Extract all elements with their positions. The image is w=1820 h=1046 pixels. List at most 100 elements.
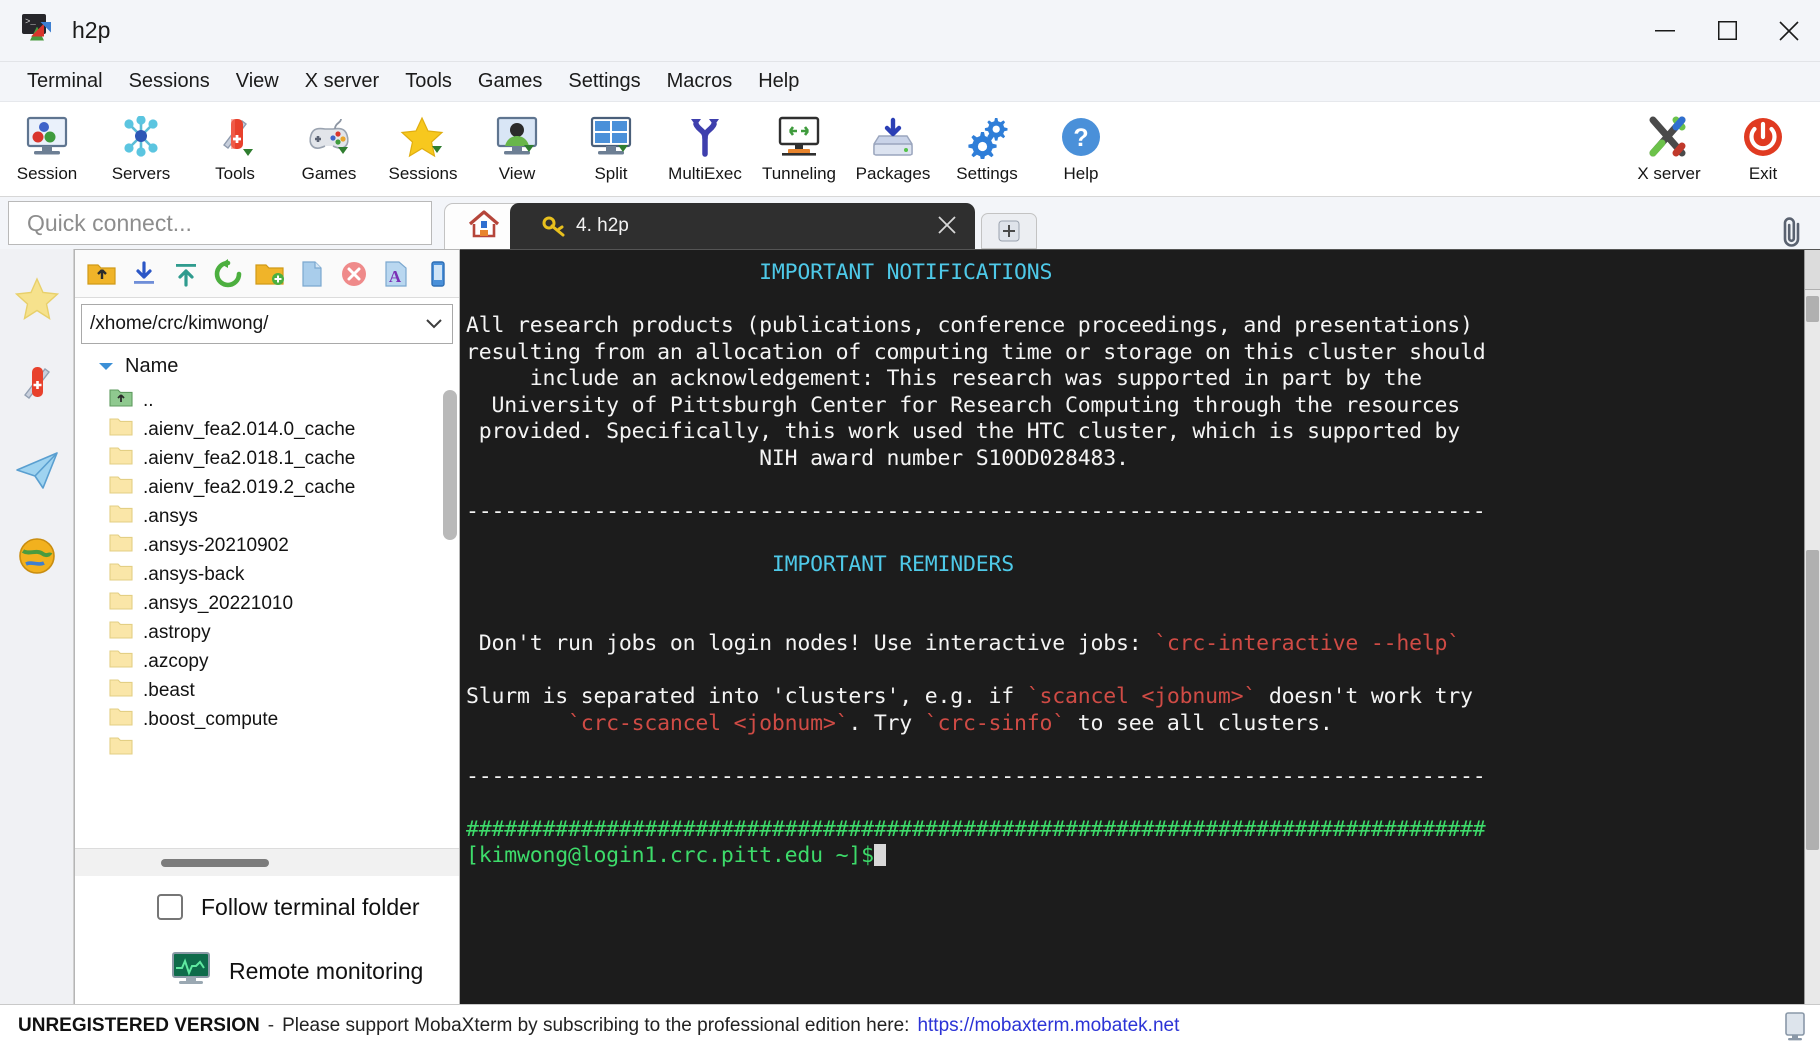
list-item[interactable]: .ansys_20221010 xyxy=(89,589,459,618)
toolbar-tools-button[interactable]: Tools xyxy=(188,108,282,194)
folder-icon xyxy=(109,706,133,733)
list-item[interactable]: .ansys-20210902 xyxy=(89,531,459,560)
toolbar-session-button[interactable]: Session xyxy=(0,108,94,194)
toolbar-servers-button[interactable]: Servers xyxy=(94,108,188,194)
maximize-button[interactable] xyxy=(1696,0,1758,62)
toolbar-sessions-button[interactable]: Sessions xyxy=(376,108,470,194)
menu-help[interactable]: Help xyxy=(745,67,812,96)
toolbar-settings-button[interactable]: Settings xyxy=(940,108,1034,194)
close-button[interactable] xyxy=(1758,0,1820,62)
list-item[interactable]: .beast xyxy=(89,676,459,705)
text-mode-button[interactable]: A xyxy=(377,254,415,294)
list-item[interactable]: .aienv_fea2.014.0_cache xyxy=(89,415,459,444)
terminal-text-white: provided. Specifically, this work used t… xyxy=(466,419,1461,444)
toolbar-tunneling-button[interactable]: Tunneling xyxy=(752,108,846,194)
list-item[interactable]: .ansys-back xyxy=(89,560,459,589)
terminal-scroll-thumb[interactable] xyxy=(1806,550,1819,850)
terminal-scrollbar[interactable] xyxy=(1804,250,1820,1004)
sessions-star-icon xyxy=(399,112,447,162)
remote-monitoring-row[interactable]: Remote monitoring xyxy=(75,938,459,1004)
parent-folder-icon xyxy=(109,387,133,414)
svg-text:?: ? xyxy=(1073,124,1088,152)
minimize-button[interactable] xyxy=(1634,0,1696,62)
list-item-label: .boost_compute xyxy=(143,708,279,730)
packages-icon xyxy=(870,112,916,162)
toolbar-tools-label: Tools xyxy=(215,164,255,183)
exit-power-icon xyxy=(1741,112,1785,162)
attach-clip-button[interactable] xyxy=(1764,215,1820,249)
menu-view[interactable]: View xyxy=(223,67,292,96)
font-a-icon: A xyxy=(385,260,407,287)
menu-sessions[interactable]: Sessions xyxy=(116,67,223,96)
settings-gear-icon xyxy=(964,112,1010,162)
sidebar-item-sessions[interactable] xyxy=(0,257,74,343)
sidebar-item-tools[interactable] xyxy=(0,343,74,429)
terminal-text-cyan: IMPORTANT REMINDERS xyxy=(771,551,1014,577)
toolbar-packages-button[interactable]: Packages xyxy=(846,108,940,194)
toolbar-view-button[interactable]: View xyxy=(470,108,564,194)
terminal-text-white: University of Pittsburgh Center for Rese… xyxy=(466,392,1461,418)
sftp-path-value: /xhome/crc/kimwong/ xyxy=(90,313,269,334)
chevron-down-icon[interactable] xyxy=(426,316,442,332)
toolbar-games-button[interactable]: Games xyxy=(282,108,376,194)
star-icon xyxy=(13,275,61,326)
folder-icon xyxy=(109,648,133,675)
list-item[interactable]: .azcopy xyxy=(89,647,459,676)
mobaxterm-website-link[interactable]: https://mobaxterm.mobatek.net xyxy=(917,1015,1179,1037)
new-file-button[interactable] xyxy=(293,254,331,294)
sftp-vertical-scrollbar[interactable] xyxy=(443,390,457,540)
follow-terminal-folder-row[interactable]: Follow terminal folder xyxy=(75,876,459,938)
list-item[interactable]: .boost_compute xyxy=(89,705,459,734)
menu-macros[interactable]: Macros xyxy=(654,67,746,96)
terminal-tab-4-h2p[interactable]: 4. h2p xyxy=(510,203,975,249)
toolbar-exit-button[interactable]: Exit xyxy=(1716,108,1810,194)
terminal-output[interactable]: IMPORTANT NOTIFICATIONS All research pro… xyxy=(460,250,1804,1004)
refresh-button[interactable] xyxy=(209,254,247,294)
status-bar: UNREGISTERED VERSION - Please support Mo… xyxy=(0,1004,1820,1046)
delete-button[interactable] xyxy=(335,254,373,294)
sftp-column-header-name[interactable]: Name xyxy=(75,346,459,386)
new-folder-button[interactable] xyxy=(251,254,289,294)
go-up-folder-button[interactable] xyxy=(83,254,121,294)
terminal-line: University of Pittsburgh Center for Rese… xyxy=(466,393,1790,420)
panel-toggle-button[interactable] xyxy=(419,254,457,294)
toolbar-help-button[interactable]: ? Help xyxy=(1034,108,1128,194)
tab-close-icon[interactable] xyxy=(937,215,957,241)
toolbar-split-button[interactable]: Split xyxy=(564,108,658,194)
list-item[interactable]: .astropy xyxy=(89,618,459,647)
terminal-scroll-up-button[interactable] xyxy=(1805,250,1820,290)
upload-button[interactable] xyxy=(167,254,205,294)
new-tab-button[interactable] xyxy=(981,213,1037,249)
toolbar-x-server-button[interactable]: X server xyxy=(1622,108,1716,194)
monitor-icon[interactable] xyxy=(1782,1011,1808,1041)
main-body: A /xhome/crc/kimwong/ Name .. .aienv_fea… xyxy=(0,249,1820,1004)
menu-x-server[interactable]: X server xyxy=(292,67,392,96)
terminal-text-red: `crc-interactive --help` xyxy=(1154,631,1461,656)
sftp-file-list[interactable]: .. .aienv_fea2.014.0_cache .aienv_fea2.0… xyxy=(75,386,459,848)
sidebar-item-sftp[interactable] xyxy=(0,515,74,601)
sftp-path-input[interactable]: /xhome/crc/kimwong/ xyxy=(81,304,453,344)
terminal-text-white: include an acknowledgement: This researc… xyxy=(466,366,1422,391)
sftp-horizontal-scroll-area[interactable] xyxy=(75,848,459,876)
menu-terminal[interactable]: Terminal xyxy=(14,67,116,96)
list-item[interactable]: .aienv_fea2.019.2_cache xyxy=(89,473,459,502)
sftp-horizontal-scrollbar[interactable] xyxy=(161,858,269,867)
list-item[interactable]: .aienv_fea2.018.1_cache xyxy=(89,444,459,473)
menu-settings[interactable]: Settings xyxy=(555,67,653,96)
toolbar-multiexec-button[interactable]: MultiExec xyxy=(658,108,752,194)
folder-icon xyxy=(109,445,133,472)
menu-games[interactable]: Games xyxy=(465,67,555,96)
remote-monitoring-label: Remote monitoring xyxy=(229,957,424,984)
list-item[interactable]: .ansys xyxy=(89,502,459,531)
list-item[interactable] xyxy=(89,734,459,763)
window-title: h2p xyxy=(72,17,111,43)
quick-connect-input[interactable]: Quick connect... xyxy=(8,201,432,245)
menu-tools[interactable]: Tools xyxy=(392,67,465,96)
terminal-scroll-thumb-top[interactable] xyxy=(1806,296,1819,322)
folder-icon xyxy=(109,416,133,443)
list-item[interactable]: .. xyxy=(89,386,459,415)
follow-terminal-folder-checkbox[interactable] xyxy=(157,894,183,920)
view-icon xyxy=(494,112,540,162)
download-button[interactable] xyxy=(125,254,163,294)
sidebar-item-macros[interactable] xyxy=(0,429,74,515)
